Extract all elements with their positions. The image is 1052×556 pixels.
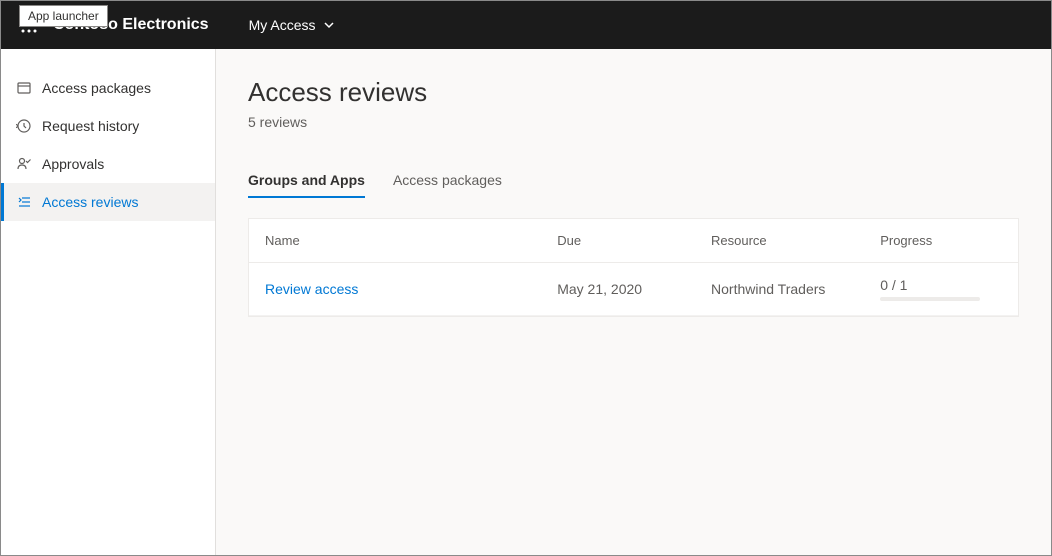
reviews-icon xyxy=(16,194,32,210)
progress-text: 0 / 1 xyxy=(880,277,907,293)
tab-access-packages[interactable]: Access packages xyxy=(393,164,502,198)
sidebar-item-label: Access packages xyxy=(42,80,151,96)
column-header-name[interactable]: Name xyxy=(249,219,541,263)
approvals-icon xyxy=(16,156,32,172)
sidebar-item-access-reviews[interactable]: Access reviews xyxy=(1,183,215,221)
column-header-resource[interactable]: Resource xyxy=(695,219,864,263)
review-due: May 21, 2020 xyxy=(541,263,695,316)
sidebar-item-label: Access reviews xyxy=(42,194,138,210)
page-subtitle: 5 reviews xyxy=(248,114,1019,130)
app-launcher-tooltip: App launcher xyxy=(19,5,108,27)
column-header-progress[interactable]: Progress xyxy=(864,219,1018,263)
tabs: Groups and Apps Access packages xyxy=(248,164,1019,198)
sidebar-item-request-history[interactable]: Request history xyxy=(1,107,215,145)
myaccess-dropdown[interactable]: My Access xyxy=(249,17,336,33)
table-row[interactable]: Review access May 21, 2020 Northwind Tra… xyxy=(249,263,1018,316)
content-area: Access reviews 5 reviews Groups and Apps… xyxy=(216,49,1051,555)
app-header: App launcher Contoso Electronics My Acce… xyxy=(1,1,1051,49)
sidebar-item-label: Request history xyxy=(42,118,139,134)
progress-bar xyxy=(880,297,980,301)
review-name-link[interactable]: Review access xyxy=(265,281,358,297)
tab-groups-and-apps[interactable]: Groups and Apps xyxy=(248,164,365,198)
chevron-down-icon xyxy=(323,19,335,31)
sidebar-item-approvals[interactable]: Approvals xyxy=(1,145,215,183)
sidebar-item-access-packages[interactable]: Access packages xyxy=(1,69,215,107)
sidebar-item-label: Approvals xyxy=(42,156,104,172)
column-header-due[interactable]: Due xyxy=(541,219,695,263)
reviews-table: Name Due Resource Progress Review access… xyxy=(249,219,1018,316)
page-title: Access reviews xyxy=(248,77,1019,108)
review-progress: 0 / 1 xyxy=(864,263,1018,316)
sidebar: Access packages Request history Approval… xyxy=(1,49,216,555)
reviews-table-card: Name Due Resource Progress Review access… xyxy=(248,218,1019,317)
review-resource: Northwind Traders xyxy=(695,263,864,316)
history-icon xyxy=(16,118,32,134)
myaccess-label: My Access xyxy=(249,17,316,33)
package-icon xyxy=(16,80,32,96)
